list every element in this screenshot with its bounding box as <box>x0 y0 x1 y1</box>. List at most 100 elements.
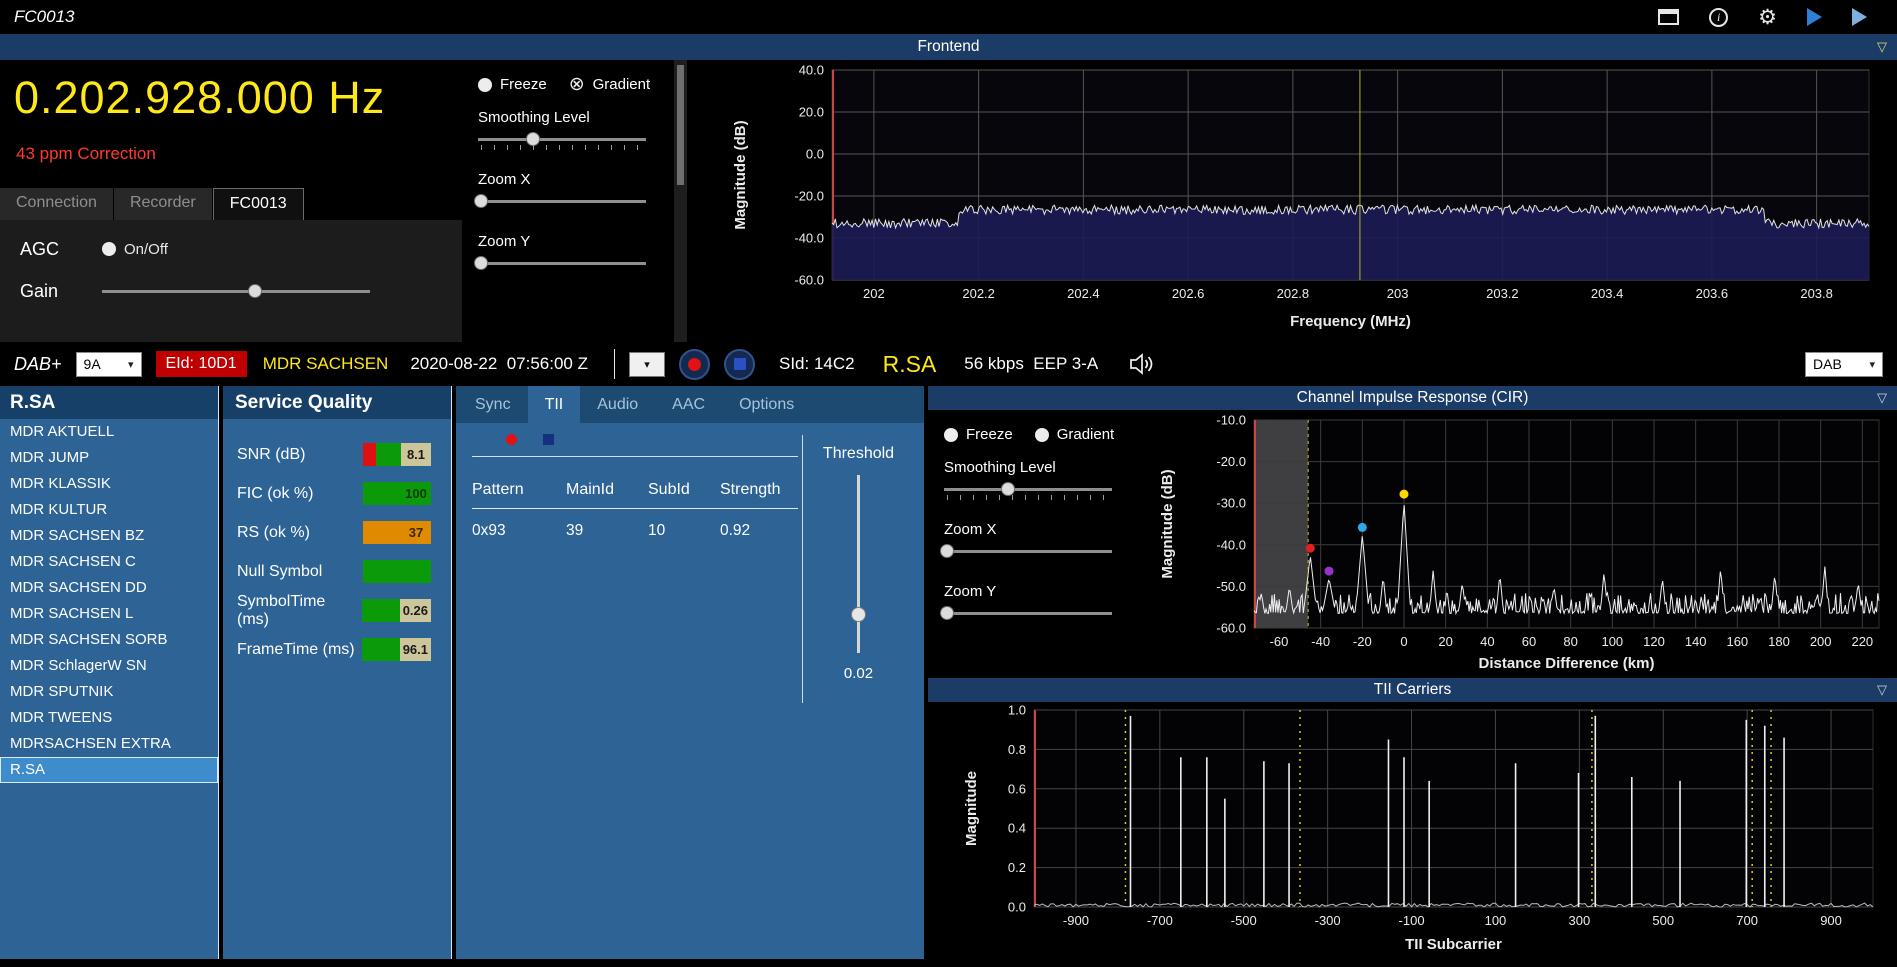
gain-slider[interactable] <box>102 280 370 302</box>
service-list-item[interactable]: MDR TWEENS <box>0 705 218 731</box>
window-layout-icon[interactable] <box>1658 9 1679 25</box>
service-list-item[interactable]: MDR AKTUELL <box>0 419 218 445</box>
info-icon[interactable]: i <box>1709 8 1728 27</box>
settings-gear-icon[interactable]: ⚙ <box>1758 7 1777 28</box>
service-list-item[interactable]: MDRSACHSEN EXTRA <box>0 731 218 757</box>
svg-text:-50.0: -50.0 <box>1216 579 1246 594</box>
frontend-smoothing-slider[interactable] <box>478 128 646 150</box>
service-quality-title: Service Quality <box>223 386 451 419</box>
frontend-tab-connection[interactable]: Connection <box>0 188 114 220</box>
splitter-thumb[interactable] <box>677 65 684 185</box>
service-list-item[interactable]: MDR SACHSEN SORB <box>0 627 218 653</box>
decoder-tabs: Sync TII Audio AAC Options <box>456 386 924 423</box>
decoder-tab-tii[interactable]: TII <box>528 386 581 423</box>
freeze-radio[interactable] <box>478 78 492 92</box>
service-id-label: SId: 14C2 <box>779 354 855 374</box>
decoder-tab-audio[interactable]: Audio <box>580 386 655 423</box>
gradient-radio[interactable]: ⊗ <box>569 78 585 92</box>
service-list-item[interactable]: MDR KLASSIK <box>0 471 218 497</box>
play-icon[interactable] <box>1807 8 1822 26</box>
decoder-body: Pattern MainId SubId Strength 0x93 39 10 0.92 … <box>456 423 924 959</box>
cir-panel: Channel Impulse Response (CIR) ▽ Freeze … <box>928 386 1897 674</box>
decoder-tab-aac[interactable]: AAC <box>655 386 722 423</box>
svg-text:0: 0 <box>1400 634 1407 649</box>
svg-text:Magnitude (dB): Magnitude (dB) <box>1159 469 1176 578</box>
decoder-tab-sync[interactable]: Sync <box>458 386 528 423</box>
cir-smoothing-slider[interactable] <box>944 478 1112 500</box>
cir-gradient-radio[interactable] <box>1035 428 1049 442</box>
splitter-scrollbar[interactable] <box>674 60 687 342</box>
cir-body: Freeze Gradient Smoothing Level Zoom X Z… <box>928 410 1897 674</box>
titlebar: FC0013 i ⚙ <box>0 0 1897 34</box>
svg-text:-40.0: -40.0 <box>794 231 824 246</box>
service-list-item[interactable]: MDR JUMP <box>0 445 218 471</box>
quality-row: RS (ok %) 37 <box>237 513 431 552</box>
quality-bar-segment <box>376 443 401 466</box>
freeze-label: Freeze <box>500 76 547 93</box>
svg-text:Distance Difference (km): Distance Difference (km) <box>1479 655 1655 672</box>
tuner-column: 0.202.928.000 Hz 43 ppm Correction Conne… <box>0 60 462 342</box>
quality-metric-label: SNR (dB) <box>237 446 363 464</box>
svg-text:Magnitude: Magnitude <box>963 771 980 846</box>
spectrum-display-modes: Freeze ⊗ Gradient <box>478 76 664 93</box>
cir-zoomx-slider[interactable] <box>944 540 1112 562</box>
frontend-tabs: Connection Recorder FC0013 <box>0 188 462 220</box>
record-options-dropdown[interactable]: ▾ <box>629 352 665 377</box>
window-title: FC0013 <box>14 7 74 27</box>
cir-collapse-icon[interactable]: ▽ <box>1877 390 1887 406</box>
frontend-tab-recorder[interactable]: Recorder <box>114 188 213 220</box>
svg-text:40.0: 40.0 <box>799 63 824 78</box>
svg-text:0.4: 0.4 <box>1008 821 1026 836</box>
service-list-item[interactable]: MDR SACHSEN BZ <box>0 523 218 549</box>
tii-collapse-icon[interactable]: ▽ <box>1877 682 1887 698</box>
threshold-slider[interactable] <box>848 475 870 653</box>
cir-zoomx-label: Zoom X <box>944 521 1126 538</box>
service-list-item[interactable]: MDR KULTUR <box>0 497 218 523</box>
cir-panel-header: Channel Impulse Response (CIR) ▽ <box>928 386 1897 410</box>
service-list-item[interactable]: MDR SPUTNIK <box>0 679 218 705</box>
agc-radio[interactable] <box>102 242 116 256</box>
frontend-panel: Frontend ▽ 0.202.928.000 Hz 43 ppm Corre… <box>0 34 1897 342</box>
service-list-item[interactable]: MDR SACHSEN DD <box>0 575 218 601</box>
channel-select[interactable]: 9A ▾ <box>76 352 142 377</box>
volume-icon[interactable] <box>1128 352 1156 376</box>
quality-bar: 96.1 <box>362 638 431 661</box>
svg-text:200: 200 <box>1810 634 1832 649</box>
mode-select[interactable]: DAB ▾ <box>1805 352 1883 377</box>
svg-text:Magnitude (dB): Magnitude (dB) <box>732 120 749 229</box>
cir-smoothing-label: Smoothing Level <box>944 459 1126 476</box>
svg-text:80: 80 <box>1563 634 1577 649</box>
tii-cell: 0.92 <box>720 522 798 540</box>
frontend-tab-fc0013[interactable]: FC0013 <box>213 188 304 220</box>
service-list-item[interactable]: MDR SACHSEN L <box>0 601 218 627</box>
svg-text:-100: -100 <box>1399 913 1425 928</box>
play-secondary-icon[interactable] <box>1852 8 1867 26</box>
decoder-tab-options[interactable]: Options <box>722 386 811 423</box>
frontend-body: 0.202.928.000 Hz 43 ppm Correction Conne… <box>0 60 1897 342</box>
cir-zoomy-slider[interactable] <box>944 602 1112 624</box>
main-area: R.SA MDR AKTUELL MDR JUMP MDR KLASSIK MDR K… <box>0 386 1897 967</box>
service-list-item[interactable]: MDR SACHSEN C <box>0 549 218 575</box>
smoothing-label: Smoothing Level <box>478 109 664 126</box>
ppm-correction-label: 43 ppm Correction <box>16 144 462 164</box>
stop-button[interactable] <box>724 349 755 380</box>
dab-status-bar: DAB+ 9A ▾ EId: 10D1 MDR SACHSEN 2020-08-… <box>0 342 1897 386</box>
cir-display-modes: Freeze Gradient <box>944 426 1126 443</box>
frontend-collapse-icon[interactable]: ▽ <box>1877 39 1887 55</box>
service-list-item[interactable]: R.SA <box>0 757 218 783</box>
tii-cell: 39 <box>566 522 648 540</box>
tii-col-header: MainId <box>566 481 648 499</box>
cir-controls: Freeze Gradient Smoothing Level Zoom X Z… <box>928 410 1136 674</box>
spectrum-plot: 202 202.2 202.4 202.6 202.8 203 203.2 203.4 203.… <box>687 60 1897 342</box>
svg-text:-300: -300 <box>1315 913 1341 928</box>
current-service-label: R.SA <box>883 351 937 378</box>
service-list-item[interactable]: MDR SchlagerW SN <box>0 653 218 679</box>
frontend-zoomx-slider[interactable] <box>478 190 646 212</box>
svg-text:-60.0: -60.0 <box>794 273 824 288</box>
frontend-zoomy-slider[interactable] <box>478 252 646 274</box>
record-button[interactable] <box>679 349 710 380</box>
cir-freeze-radio[interactable] <box>944 428 958 442</box>
svg-text:20: 20 <box>1438 634 1452 649</box>
svg-text:60: 60 <box>1522 634 1536 649</box>
frequency-display: 0.202.928.000 Hz <box>14 72 462 124</box>
